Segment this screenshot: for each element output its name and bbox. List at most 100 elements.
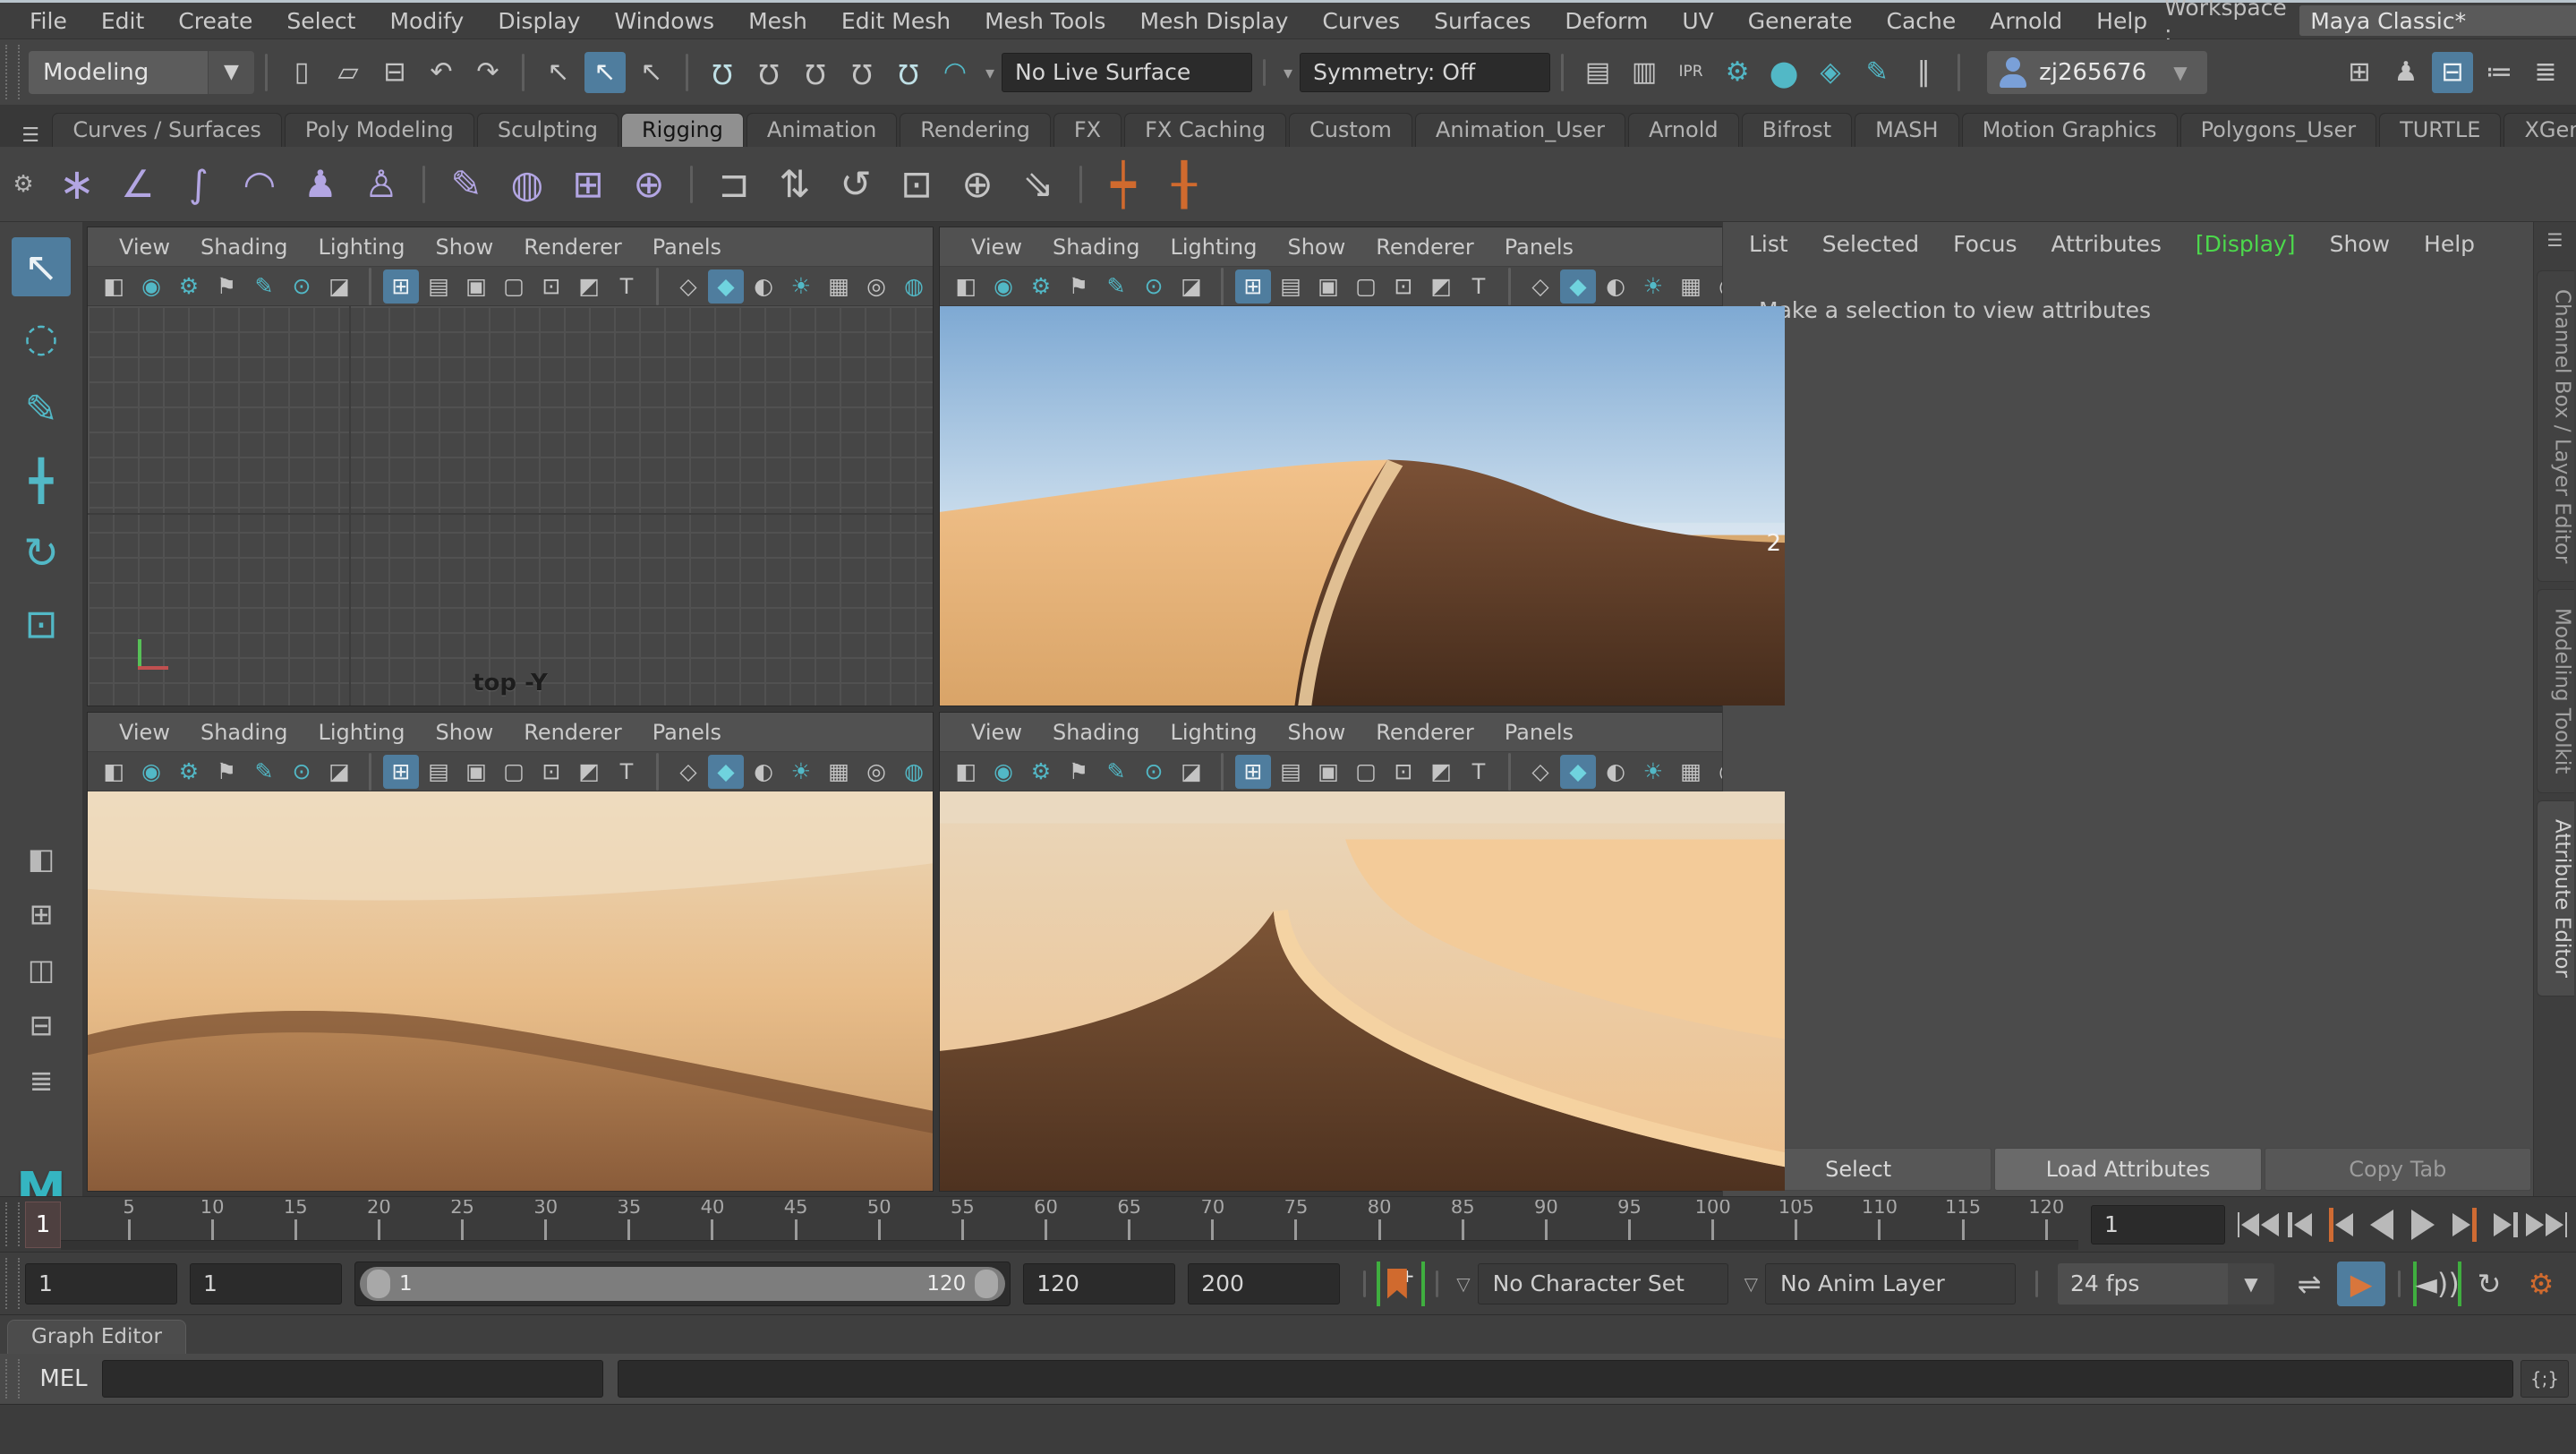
timeline-tick-35[interactable]: 35 bbox=[627, 1219, 630, 1241]
shelf-tab-fx[interactable]: FX bbox=[1053, 113, 1122, 147]
shaded-icon[interactable]: ◆ bbox=[1560, 755, 1596, 789]
viewport-menu-panels[interactable]: Panels bbox=[1489, 235, 1589, 260]
set-driven-key-icon[interactable]: ┿ bbox=[1096, 156, 1151, 213]
resolution-gate-icon[interactable]: ▣ bbox=[1310, 755, 1346, 789]
timeline-tick-40[interactable]: 40 bbox=[711, 1219, 713, 1241]
menu-create[interactable]: Create bbox=[161, 8, 269, 34]
select-camera-icon[interactable]: ◧ bbox=[948, 269, 984, 304]
grid-toggle-icon[interactable]: ⊞ bbox=[1235, 269, 1271, 304]
viewport-menu-show[interactable]: Show bbox=[420, 235, 508, 260]
paint-select-tool[interactable]: ✎ bbox=[12, 381, 71, 440]
snap-curve-icon[interactable]: Ω bbox=[748, 52, 789, 93]
current-frame-marker[interactable]: 1 bbox=[25, 1202, 61, 1248]
menu-select[interactable]: Select bbox=[269, 8, 372, 34]
isolate-select-icon[interactable]: ◪ bbox=[1173, 755, 1209, 789]
timeline-tick-120[interactable]: 120 bbox=[2045, 1219, 2048, 1241]
timeline-tick-25[interactable]: 25 bbox=[461, 1219, 464, 1241]
wireframe-icon[interactable]: ◇ bbox=[670, 269, 706, 304]
snap-projected-center-icon[interactable]: Ω bbox=[841, 52, 883, 93]
rigid-bind-icon[interactable]: ♙ bbox=[354, 156, 409, 213]
shelf-tab-turtle[interactable]: TURTLE bbox=[2379, 113, 2501, 147]
go-to-start-button[interactable] bbox=[2238, 1203, 2279, 1246]
sidebar-strip-menu-icon[interactable]: ☰ bbox=[2547, 229, 2563, 251]
mute-sound-button[interactable]: ◄)) bbox=[2413, 1262, 2461, 1306]
viewport-menu-view[interactable]: View bbox=[956, 720, 1037, 745]
isolate-select-icon[interactable]: ◪ bbox=[1173, 269, 1209, 304]
grid-toggle-icon[interactable]: ⊞ bbox=[383, 269, 419, 304]
render-view-icon[interactable]: ▤ bbox=[1577, 52, 1618, 93]
gate-mask-icon[interactable]: ▢ bbox=[496, 755, 532, 789]
pole-vector-constraint-icon[interactable]: ⇘ bbox=[1011, 156, 1066, 213]
select-camera-icon[interactable]: ◧ bbox=[948, 755, 984, 789]
redo-icon[interactable]: ↷ bbox=[467, 52, 508, 93]
playback-loop-icon[interactable]: ⇌ bbox=[2285, 1262, 2333, 1306]
bookmark-view-icon[interactable]: ⚑ bbox=[1061, 755, 1096, 789]
point-constraint-icon[interactable]: ⇅ bbox=[767, 156, 823, 213]
outliner-layout-icon[interactable]: ≣ bbox=[18, 1060, 64, 1101]
menu-cache[interactable]: Cache bbox=[1870, 8, 1974, 34]
gate-mask-icon[interactable]: ▢ bbox=[1348, 755, 1384, 789]
viewport-menu-view[interactable]: View bbox=[956, 235, 1037, 260]
resolution-gate-icon[interactable]: ▣ bbox=[458, 269, 494, 304]
timeline-tick-110[interactable]: 110 bbox=[1878, 1219, 1881, 1241]
lock-camera-icon[interactable]: ◉ bbox=[133, 755, 169, 789]
script-editor-button[interactable]: {;} bbox=[2521, 1360, 2569, 1398]
viewport-menu-show[interactable]: Show bbox=[420, 720, 508, 745]
timeline-tick-90[interactable]: 90 bbox=[1545, 1219, 1548, 1241]
current-time-field[interactable]: 1 bbox=[2091, 1205, 2225, 1244]
play-backwards-button[interactable] bbox=[2361, 1203, 2402, 1246]
occlusion-icon[interactable]: ◎ bbox=[858, 755, 894, 789]
lock-camera-icon[interactable]: ◉ bbox=[985, 755, 1021, 789]
viewport-top-content[interactable]: top -Y bbox=[88, 306, 933, 706]
viewport-menu-lighting[interactable]: Lighting bbox=[1155, 235, 1272, 260]
status-separator[interactable] bbox=[1958, 54, 1960, 91]
playback-end-field[interactable]: 120 bbox=[1023, 1263, 1175, 1304]
status-separator[interactable] bbox=[1561, 54, 1564, 91]
shelf-tab-motion-graphics[interactable]: Motion Graphics bbox=[1962, 113, 2178, 147]
new-scene-icon[interactable]: ▯ bbox=[281, 52, 322, 93]
safe-title-icon[interactable]: T bbox=[609, 269, 644, 304]
select-component-icon[interactable]: ↖ bbox=[631, 52, 672, 93]
shaded-icon[interactable]: ◆ bbox=[708, 755, 744, 789]
textured-icon[interactable]: ◐ bbox=[746, 269, 781, 304]
ipr-render-icon[interactable]: IPR bbox=[1670, 52, 1711, 93]
shelf-tab-mash[interactable]: MASH bbox=[1855, 113, 1958, 147]
range-end-handle[interactable] bbox=[975, 1270, 998, 1298]
workspace-value[interactable]: Maya Classic* bbox=[2299, 5, 2576, 36]
range-start-handle[interactable] bbox=[367, 1270, 390, 1298]
select-object-icon[interactable]: ↖ bbox=[584, 52, 626, 93]
shelf-tab-custom[interactable]: Custom bbox=[1289, 113, 1412, 147]
symmetry-field[interactable]: Symmetry: Off bbox=[1300, 53, 1550, 92]
viewport-menu-panels[interactable]: Panels bbox=[637, 235, 737, 260]
character-controls-toggle-icon[interactable]: ♟ bbox=[2385, 52, 2427, 93]
film-gate-icon[interactable]: ▤ bbox=[421, 755, 456, 789]
viewport-menu-show[interactable]: Show bbox=[1272, 720, 1361, 745]
tool-settings-toggle-icon[interactable]: ≔ bbox=[2478, 52, 2520, 93]
ae-menu-focus[interactable]: Focus bbox=[1936, 231, 2034, 257]
menu-help[interactable]: Help bbox=[2079, 8, 2164, 34]
safe-action-icon[interactable]: ◩ bbox=[571, 755, 607, 789]
range-bar-grip[interactable] bbox=[5, 1258, 20, 1309]
viewport-side-content[interactable] bbox=[940, 791, 1785, 1191]
blend-shape-icon[interactable]: ◍ bbox=[499, 156, 555, 213]
create-bookmark-button[interactable]: + bbox=[1377, 1262, 1425, 1306]
timeline-tick-50[interactable]: 50 bbox=[878, 1219, 881, 1241]
camera-attributes-icon[interactable]: ⚙ bbox=[1023, 269, 1059, 304]
snap-caret-icon[interactable]: ▾ bbox=[985, 62, 994, 83]
wireframe-icon[interactable]: ◇ bbox=[1523, 269, 1558, 304]
camera-attributes-icon[interactable]: ⚙ bbox=[1023, 755, 1059, 789]
shelf-tab-arnold[interactable]: Arnold bbox=[1628, 113, 1739, 147]
copy-tab-button[interactable]: Copy Tab bbox=[2265, 1148, 2531, 1191]
quick-rig-icon[interactable]: ◠ bbox=[232, 156, 287, 213]
shelf-tab-polygons-user[interactable]: Polygons_User bbox=[2180, 113, 2377, 147]
shaded-icon[interactable]: ◆ bbox=[708, 269, 744, 304]
attribute-editor-toggle-icon[interactable]: ⊟ bbox=[2432, 52, 2473, 93]
menu-edit[interactable]: Edit bbox=[84, 8, 161, 34]
shadows-icon[interactable]: ▦ bbox=[821, 269, 857, 304]
viewport-menu-renderer[interactable]: Renderer bbox=[1361, 720, 1489, 745]
layout-single-pane-icon[interactable]: ◧ bbox=[18, 838, 64, 879]
shelf-tab-rigging[interactable]: Rigging bbox=[621, 113, 744, 147]
image-plane-icon[interactable]: ✎ bbox=[246, 269, 282, 304]
display-render-icon[interactable]: ● bbox=[1763, 52, 1804, 93]
use-all-lights-icon[interactable]: ☀ bbox=[783, 269, 819, 304]
